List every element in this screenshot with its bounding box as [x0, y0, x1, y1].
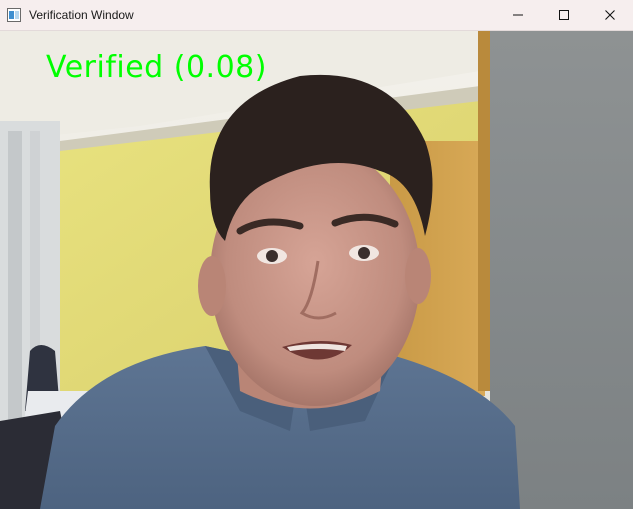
maximize-button[interactable]	[541, 0, 587, 31]
verification-status-text: Verified (0.08)	[46, 50, 267, 85]
title-bar[interactable]: Verification Window	[0, 0, 633, 31]
webcam-image	[0, 31, 633, 509]
window-title: Verification Window	[29, 8, 134, 22]
app-window-icon	[6, 7, 22, 23]
camera-feed: Verified (0.08)	[0, 31, 633, 509]
maximize-icon	[559, 10, 569, 20]
minimize-icon	[513, 14, 523, 16]
minimize-button[interactable]	[495, 0, 541, 31]
close-button[interactable]	[587, 0, 633, 31]
verification-window: Verification Window Verified (0.08)	[0, 0, 633, 509]
close-icon	[605, 10, 615, 20]
